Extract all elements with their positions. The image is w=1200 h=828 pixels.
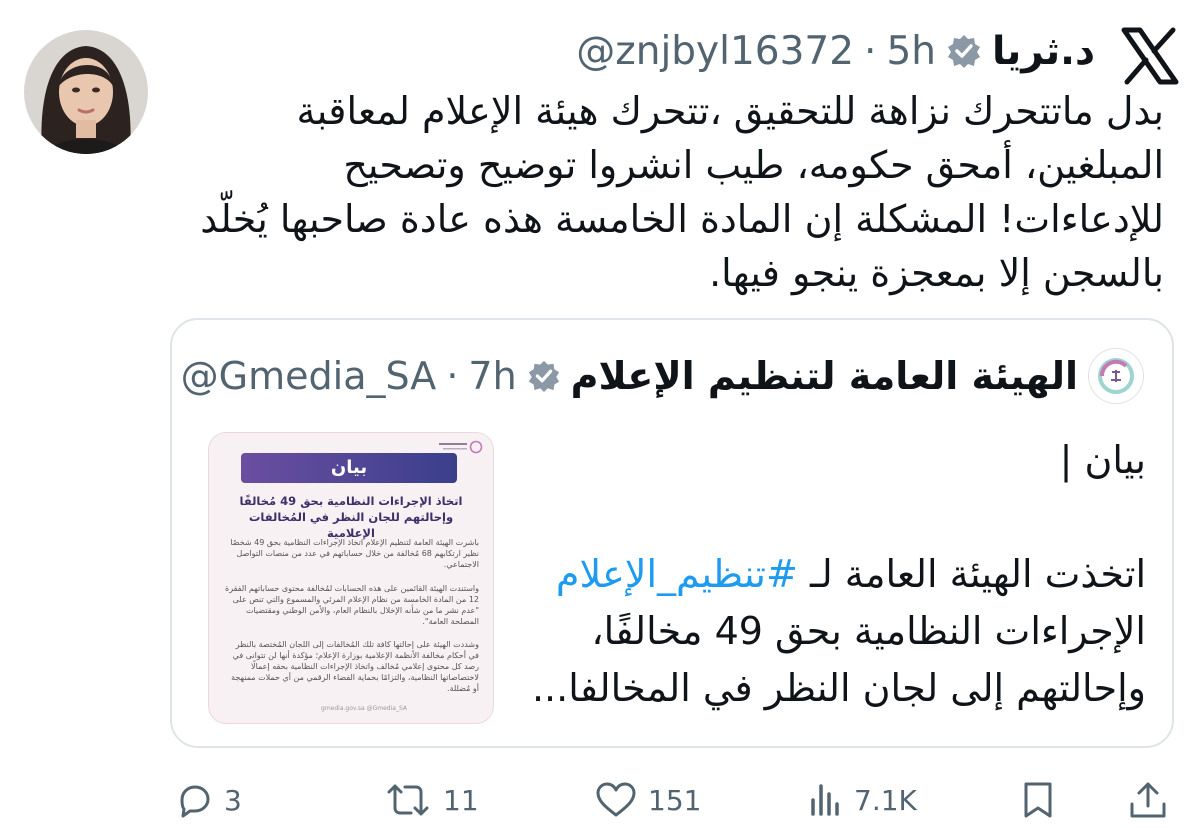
- views-button[interactable]: 7.1K: [808, 780, 917, 820]
- tweet-time[interactable]: 5h: [886, 29, 936, 74]
- reply-icon: [174, 780, 214, 820]
- tweet-text-line: للإدعاءات! المشكلة إن المادة الخامسة هذه…: [200, 197, 1164, 241]
- bookmark-button[interactable]: [1018, 780, 1058, 820]
- heart-icon: [594, 780, 638, 820]
- tweet-text: بدل ماتتحرك نزاهة للتحقيق ،تتحرك هيئة ال…: [184, 84, 1164, 300]
- quoted-text-spacer: [506, 489, 1146, 546]
- like-button[interactable]: 151: [594, 780, 701, 820]
- retweet-count: 11: [443, 783, 479, 817]
- share-button[interactable]: [1126, 780, 1170, 820]
- statement-banner: بيان: [241, 453, 457, 483]
- statement-image[interactable]: بيان اتخاذ الإجراءات النظامية بحق 49 مُخ…: [208, 432, 494, 724]
- views-chart-icon: [808, 780, 844, 820]
- quoted-author-name[interactable]: الهيئة العامة لتنظيم الإعلام: [571, 354, 1078, 398]
- quoted-text-line: اتخذت الهيئة العامة لـ #تنظيم_الإعلام: [506, 546, 1146, 603]
- separator-dot: ·: [446, 354, 459, 398]
- tweet-text-line: بدل ماتتحرك نزاهة للتحقيق ،تتحرك هيئة ال…: [296, 89, 1164, 133]
- quoted-tweet-header: @Gmedia_SA · 7h الهيئة العامة لتنظيم الإ…: [181, 348, 1144, 404]
- statement-title: اتخاذ الإجراءات النظامية بحق 49 مُخالفًا…: [239, 494, 463, 540]
- verified-badge-icon: [527, 359, 561, 393]
- separator-dot: ·: [864, 28, 877, 74]
- x-logo-icon[interactable]: [1118, 26, 1182, 86]
- author-handle[interactable]: @znjbyl16372: [576, 29, 854, 74]
- tweet-text-line: المبلغين، أمحق حكومه، طيب انشروا توضيح و…: [343, 143, 1164, 187]
- share-icon: [1126, 778, 1170, 822]
- retweet-icon: [383, 780, 433, 820]
- reply-count: 3: [224, 783, 242, 817]
- quoted-text-prefix: اتخذت الهيئة العامة لـ: [809, 552, 1146, 596]
- reply-button[interactable]: 3: [174, 780, 242, 820]
- bookmark-icon: [1018, 780, 1058, 820]
- quoted-text-line: وإحالتهم إلى لجان النظر في المخالفا...: [531, 666, 1146, 710]
- tweet-text-line: بالسجن إلا بمعجزة ينجو فيها.: [709, 251, 1164, 295]
- views-count: 7.1K: [854, 783, 917, 817]
- statement-footer: gmedia.gov.sa @Gmedia_SA: [321, 705, 407, 712]
- retweet-button[interactable]: 11: [383, 780, 479, 820]
- author-name[interactable]: د.ثريا: [992, 29, 1095, 74]
- avatar[interactable]: [24, 30, 148, 154]
- quoted-text-line: بيان |: [1059, 438, 1146, 482]
- quoted-text-line: الإجراءات النظامية بحق 49 مخالفًا،: [591, 609, 1146, 653]
- hashtag-link[interactable]: #تنظيم_الإعلام: [556, 552, 798, 596]
- like-count: 151: [648, 783, 702, 817]
- quoted-author-handle[interactable]: @Gmedia_SA: [181, 354, 437, 398]
- statement-paragraph: باشرت الهيئة العامة لتنظيم الإعلام اتخاذ…: [230, 538, 479, 569]
- quoted-tweet-time[interactable]: 7h: [468, 354, 516, 398]
- quoted-tweet-card[interactable]: @Gmedia_SA · 7h الهيئة العامة لتنظيم الإ…: [170, 318, 1174, 748]
- quoted-tweet-text: بيان | اتخذت الهيئة العامة لـ #تنظيم_الإ…: [506, 432, 1146, 717]
- verified-badge-icon: [946, 33, 982, 69]
- tweet-header: @znjbyl16372 · 5h د.ثريا: [576, 24, 1095, 78]
- statement-paragraph: واستندت الهيئة القائمين على هذه الحسابات…: [225, 584, 479, 626]
- statement-paragraph: وشددت الهيئة على إحالتها كافة تلك المُخا…: [231, 640, 479, 693]
- gmedia-logo-icon[interactable]: [1088, 348, 1144, 404]
